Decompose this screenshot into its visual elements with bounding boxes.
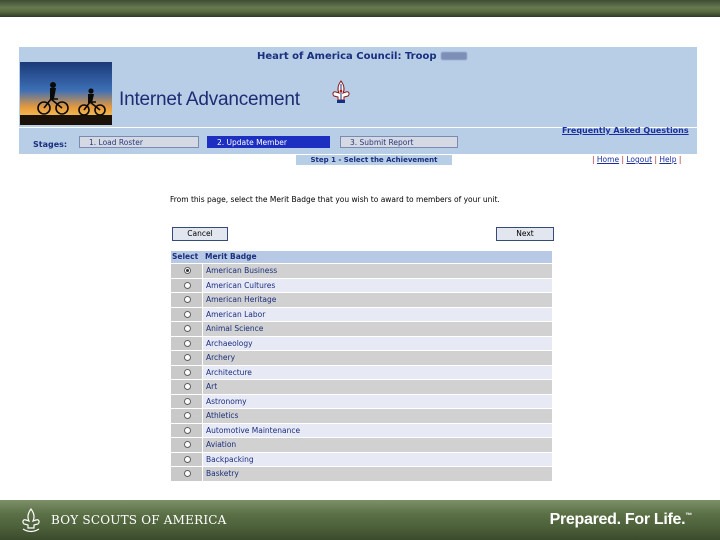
table-row[interactable]: Architecture [171,364,552,379]
top-links: | Home | Logout | Help | [592,155,682,164]
badge-radio[interactable] [184,441,191,448]
table-row[interactable]: Archery [171,350,552,365]
select-cell [171,336,202,350]
fleur-de-lis-icon [332,80,350,103]
home-link[interactable]: Home [597,155,619,164]
badge-radio[interactable] [184,325,191,332]
bsa-wordmark: BOY SCOUTS OF AMERICA [51,513,227,527]
select-cell [171,307,202,321]
app-header: Heart of America Council: Troop Internet… [19,47,697,127]
app-title: Internet Advancement [119,89,300,110]
step-label: Step 1 - Select the Achievement [296,155,452,165]
stages-label: Stages: [33,140,68,149]
select-cell [171,409,202,423]
badge-name: Backpacking [202,452,552,466]
logout-link[interactable]: Logout [626,155,652,164]
select-cell [171,467,202,481]
table-row[interactable]: Automotive Maintenance [171,422,552,437]
table-row[interactable]: Basketry [171,466,552,481]
select-cell [171,293,202,307]
badge-name: Automotive Maintenance [202,423,552,437]
table-row[interactable]: Archaeology [171,335,552,350]
table-row[interactable]: Animal Science [171,321,552,336]
badge-radio[interactable] [184,354,191,361]
badge-name: Archaeology [202,336,552,350]
badge-name: Astronomy [202,394,552,408]
badge-radio[interactable] [184,281,191,289]
badge-radio[interactable] [184,310,191,318]
help-link[interactable]: Help [659,155,676,164]
redacted-troop-number [440,52,467,60]
select-cell [171,351,202,365]
badge-radio[interactable] [184,470,191,477]
faq-link[interactable]: Frequently Asked Questions [562,126,689,135]
badge-radio[interactable] [184,368,191,376]
select-cell [171,264,202,278]
badge-name: Art [202,380,552,394]
table-row[interactable]: Aviation [171,437,552,452]
badge-radio[interactable] [184,412,191,419]
badge-radio[interactable] [184,426,191,434]
table-row[interactable]: American Heritage [171,292,552,307]
next-button[interactable]: Next [496,227,554,241]
cancel-button[interactable]: Cancel [172,227,228,241]
header-photo [20,62,112,125]
badge-radio[interactable] [184,339,191,347]
table-row[interactable]: American Cultures [171,277,552,292]
table-row[interactable]: Art [171,379,552,394]
slide-top-band [0,0,720,17]
badge-name: Athletics [202,409,552,423]
council-title: Heart of America Council: Troop [257,51,467,62]
merit-badge-column-header: Merit Badge [205,252,257,261]
select-cell [171,278,202,292]
merit-badge-table: Select Merit Badge American Business Amer… [171,251,552,481]
screenshot-window: Heart of America Council: Troop Internet… [19,47,697,485]
badge-radio[interactable] [184,455,191,463]
badge-name: American Labor [202,307,552,321]
badge-name: Animal Science [202,322,552,336]
table-row[interactable]: Astronomy [171,393,552,408]
badge-radio[interactable] [184,267,191,274]
table-body: American Business American Cultures Americ… [171,263,552,481]
badge-name: American Heritage [202,293,552,307]
badge-name: Architecture [202,365,552,379]
select-cell [171,394,202,408]
select-column-header: Select [172,252,199,261]
table-row[interactable]: Athletics [171,408,552,423]
select-cell [171,438,202,452]
badge-name: American Business [202,264,552,278]
badge-radio[interactable] [184,397,191,405]
select-cell [171,365,202,379]
bsa-emblem-icon [22,508,40,533]
stage-update-member[interactable]: 2. Update Member [207,136,330,148]
table-header: Select Merit Badge [171,251,552,263]
select-cell [171,452,202,466]
stage-load-roster[interactable]: 1. Load Roster [79,136,199,148]
instructions-text: From this page, select the Merit Badge t… [170,195,500,204]
table-row[interactable]: American Labor [171,306,552,321]
select-cell [171,322,202,336]
table-row[interactable]: American Business [171,263,552,278]
select-cell [171,380,202,394]
badge-radio[interactable] [184,296,191,303]
slogan: Prepared. For Life.™ [549,511,693,528]
stage-submit-report[interactable]: 3. Submit Report [340,136,458,148]
badge-name: Aviation [202,438,552,452]
badge-name: Basketry [202,467,552,481]
badge-name: Archery [202,351,552,365]
badge-radio[interactable] [184,383,191,390]
table-row[interactable]: Backpacking [171,451,552,466]
select-cell [171,423,202,437]
badge-name: American Cultures [202,278,552,292]
